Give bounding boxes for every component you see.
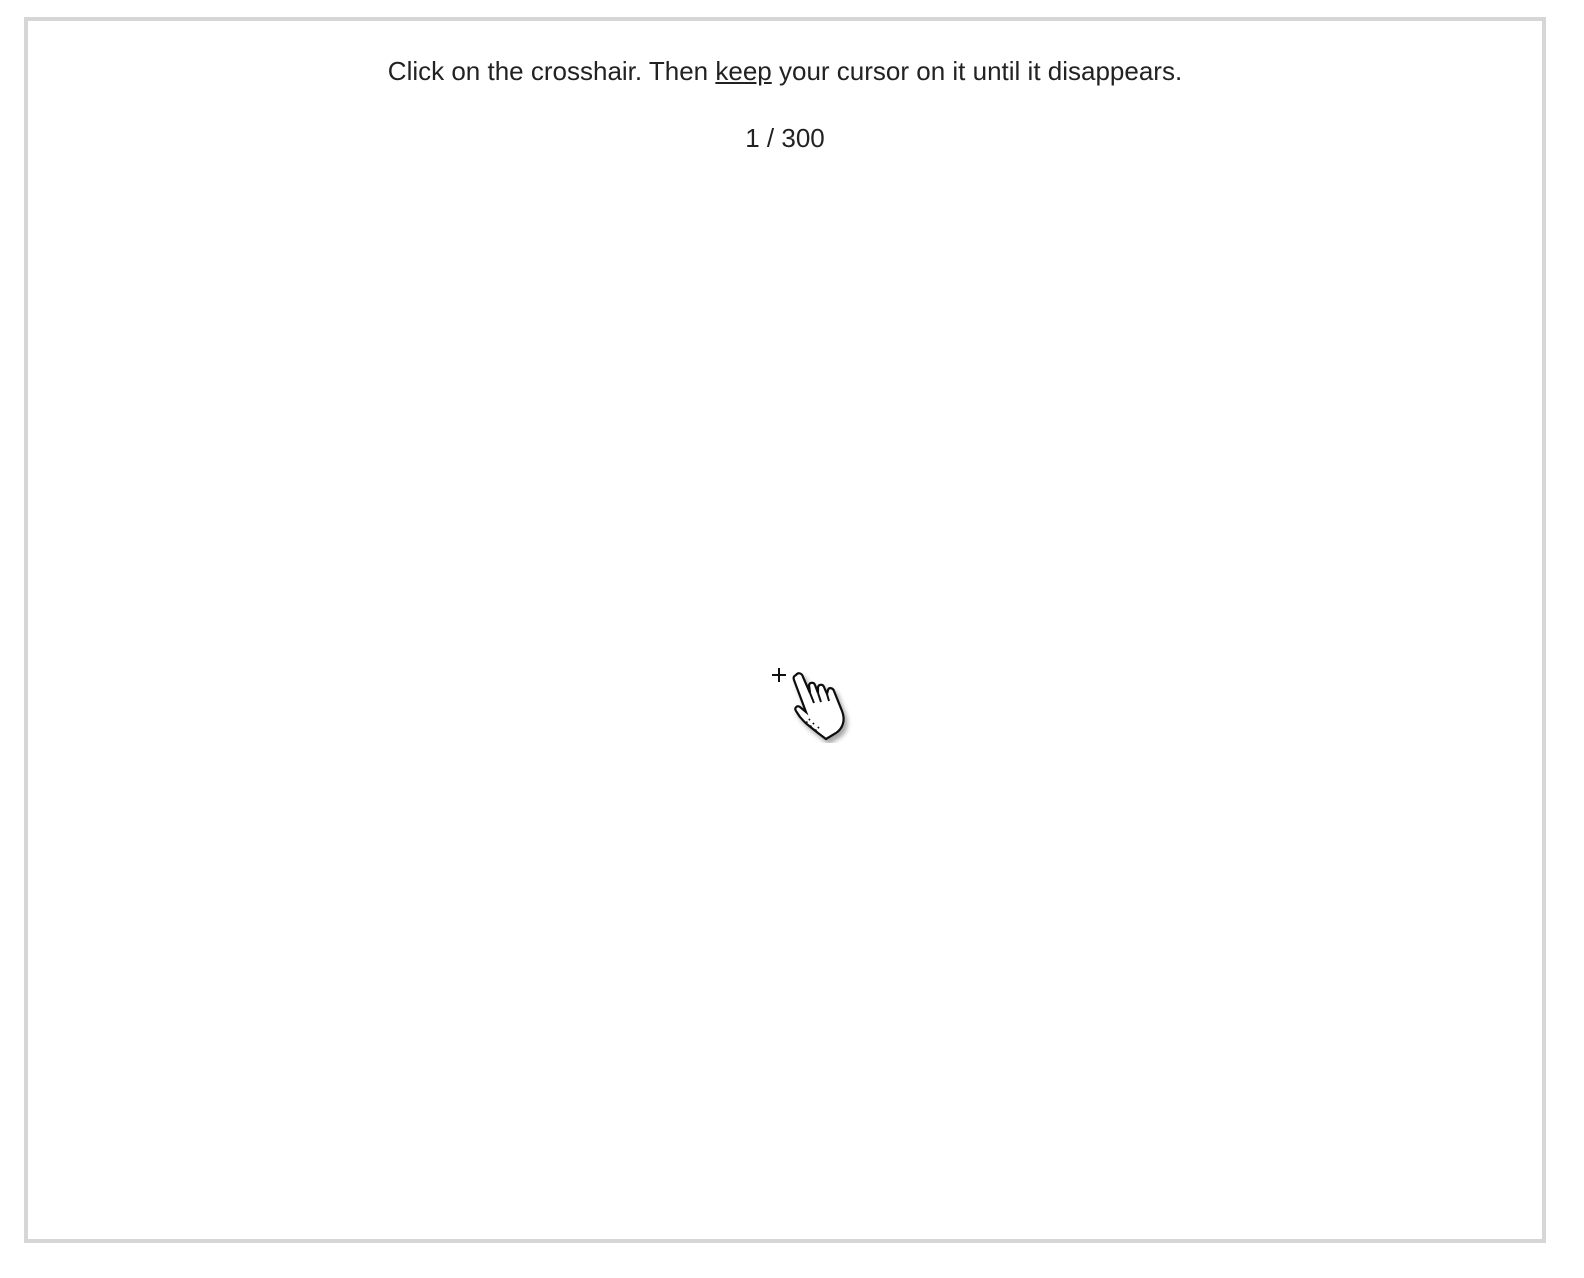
instruction-text: Click on the crosshair. Then keep your c… xyxy=(28,55,1542,87)
progress-current: 1 xyxy=(745,123,760,153)
crosshair-icon[interactable] xyxy=(771,667,787,683)
instruction-emphasis: keep xyxy=(715,56,772,86)
progress-total: 300 xyxy=(781,123,825,153)
progress-counter: 1 / 300 xyxy=(28,122,1542,154)
task-area: Click on the crosshair. Then keep your c… xyxy=(24,17,1546,1243)
hand-pointer-icon xyxy=(784,671,864,743)
instruction-part-2: your cursor on it until it disappears. xyxy=(771,56,1183,86)
instruction-part-1: Click on the crosshair. Then xyxy=(387,56,716,86)
progress-separator: / xyxy=(759,123,782,153)
